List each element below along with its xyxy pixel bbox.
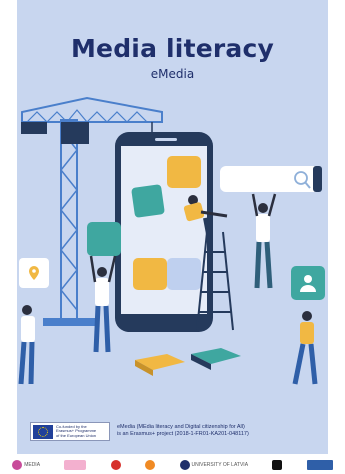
credit-line1: eMedia (MEdia literacy and Digital citiz… [117, 424, 245, 430]
user-card [291, 266, 325, 300]
partner-logo-university: UNIVERSITY OF LATVIA [179, 460, 248, 470]
partner-logo-icon [64, 460, 87, 470]
worker-with-pin [18, 305, 35, 385]
partner-logo-icon [306, 460, 333, 470]
credit-line2: is an Erasmus+ project (2018-1-FR01-KA20… [117, 431, 249, 437]
partner-logo-6 [272, 460, 283, 470]
worker-with-user-card [292, 311, 318, 385]
media-logo-icon [12, 460, 23, 470]
eu-flag-icon [33, 424, 53, 439]
partner-logo-4 [145, 460, 156, 470]
hand-logo-icon [272, 460, 283, 470]
partner-logo-7 [306, 460, 333, 470]
search-bar [220, 166, 322, 192]
worker-with-search [251, 193, 277, 289]
location-card [19, 258, 49, 288]
eu-cofunding-logo: Co-funded by the Erasmus+ Programme of t… [30, 422, 110, 441]
hanging-block [131, 184, 165, 218]
partner-logo-2 [64, 460, 87, 470]
construction-illustration [18, 96, 325, 385]
project-credit: eMedia (MEdia literacy and Digital citiz… [117, 424, 322, 438]
cover-poster: Media literacy eMedia Co-funded by the E… [17, 0, 328, 454]
partner-logo-icon [145, 460, 156, 470]
partner-logo-3 [110, 460, 121, 470]
partner-logos: MEDIA UNIVERSITY OF LATVIA [0, 456, 345, 474]
university-logo-icon [179, 460, 190, 470]
phone-screen [115, 132, 213, 332]
held-block [87, 222, 121, 256]
worker-with-block [89, 255, 117, 353]
partner-logo-media: MEDIA [12, 460, 40, 470]
eu-logo-line3: of the European Union [56, 432, 97, 438]
partner-logo-icon [110, 460, 121, 470]
